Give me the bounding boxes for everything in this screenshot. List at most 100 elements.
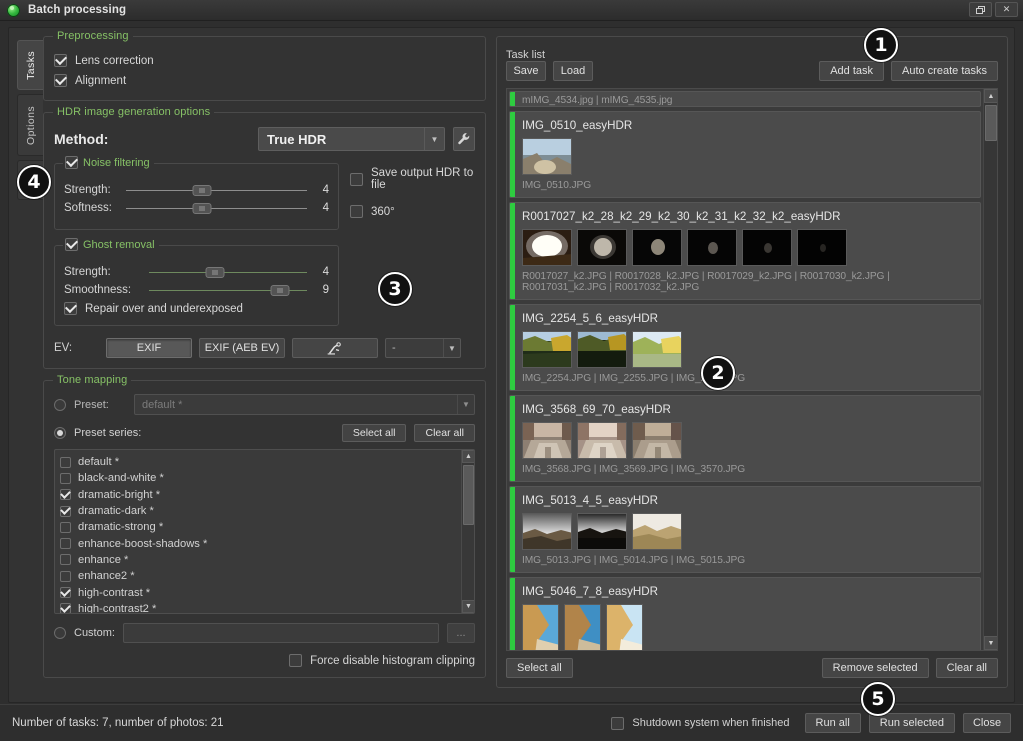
preset-checkbox[interactable] [60,489,71,501]
run-all-button[interactable]: Run all [804,713,861,733]
thumbnail[interactable] [606,604,643,650]
preset-checkbox[interactable] [60,603,71,613]
thumbnail[interactable] [577,331,627,368]
thumbnail[interactable] [632,513,682,550]
list-item[interactable]: dramatic-bright * [60,487,474,503]
preset-checkbox[interactable] [60,554,71,566]
tab-options[interactable]: Options [17,94,43,156]
custom-preset-radio[interactable] [54,627,66,639]
preset-checkbox[interactable] [60,456,71,468]
preset-series-listbox[interactable]: default * black-and-white * dramatic-bri… [54,449,475,614]
task-row[interactable]: mIMG_4534.jpg | mIMG_4535.jpg [509,91,981,107]
preset-combobox[interactable]: default * ▼ [134,394,475,415]
method-combobox[interactable]: True HDR ▼ [258,127,445,151]
scroll-up-button[interactable]: ▲ [984,89,997,103]
thumbnail[interactable] [742,229,792,266]
thumbnail[interactable] [687,229,737,266]
preset-checkbox[interactable] [60,521,71,533]
ev-combobox[interactable]: - ▼ [385,338,461,358]
noise-softness-slider[interactable] [126,202,307,214]
chevron-down-icon[interactable]: ▼ [443,339,460,357]
chevron-down-icon[interactable]: ▼ [424,128,444,150]
close-window-button[interactable]: ✕ [995,2,1018,17]
task-row[interactable]: IMG_3568_69_70_easyHDR IMG_3568.JPG | IM… [509,395,981,482]
thumbnail[interactable] [522,422,572,459]
clear-all-tasks-button[interactable]: Clear all [935,658,998,678]
list-item[interactable]: black-and-white * [60,470,474,486]
slider-knob[interactable] [270,284,290,296]
noise-filtering-checkbox[interactable] [65,156,78,169]
preset-radio[interactable] [54,398,66,411]
force-disable-row[interactable]: Force disable histogram clipping [54,654,475,667]
preset-checkbox[interactable] [60,587,71,599]
slider-knob[interactable] [192,184,212,196]
task-row[interactable]: R0017027_k2_28_k2_29_k2_30_k2_31_k2_32_k… [509,202,981,300]
auto-create-tasks-button[interactable]: Auto create tasks [891,61,998,81]
preset-checkbox[interactable] [60,505,71,517]
thumbnail[interactable] [797,229,847,266]
lens-correction-checkbox[interactable] [54,54,67,67]
task-row[interactable]: IMG_0510_easyHDR IMG_0510.JPG [509,111,981,198]
save-output-hdr-checkbox[interactable] [350,172,363,186]
list-item[interactable]: high-contrast2 * [60,601,474,613]
panorama-360-row[interactable]: 360° [350,205,475,218]
chevron-down-icon[interactable]: ▼ [457,395,474,414]
list-item[interactable]: enhance-boost-shadows * [60,535,474,551]
list-item[interactable]: dramatic-dark * [60,503,474,519]
save-output-hdr-row[interactable]: Save output HDR to file [350,167,475,191]
thumbnail[interactable] [522,513,572,550]
task-list-box[interactable]: mIMG_4534.jpg | mIMG_4535.jpg IMG_0510_e… [506,88,998,651]
alignment-checkbox[interactable] [54,74,67,87]
task-list-scrollbar[interactable]: ▲ ▼ [983,89,997,650]
shutdown-when-finished-checkbox[interactable] [611,716,625,730]
thumbnail[interactable] [522,604,559,650]
preset-checkbox[interactable] [60,538,71,550]
preset-checkbox[interactable] [60,570,71,582]
custom-browse-button[interactable]: ... [447,623,475,643]
load-tasks-button[interactable]: Load [553,61,593,81]
thumbnail[interactable] [577,229,627,266]
scrollbar-thumb[interactable] [985,105,997,141]
repair-exposure-checkbox[interactable] [64,302,77,315]
scroll-down-button[interactable]: ▼ [984,636,997,650]
scrollbar-thumb[interactable] [463,465,474,525]
ghost-smoothness-slider[interactable] [149,284,307,296]
thumbnail[interactable] [632,422,682,459]
repair-exposure-row[interactable]: Repair over and underexposed [64,302,329,315]
custom-preset-input[interactable] [122,623,439,643]
preset-series-radio[interactable] [54,427,66,439]
thumbnail[interactable] [522,229,572,266]
ev-exif-aeb-button[interactable]: EXIF (AEB EV) [199,338,285,358]
alignment-row[interactable]: Alignment [54,74,475,87]
scroll-down-button[interactable]: ▼ [462,600,474,613]
list-item[interactable]: high-contrast * [60,584,474,600]
list-item[interactable]: default * [60,454,474,470]
ev-exif-button[interactable]: EXIF [106,338,192,358]
thumbnail[interactable] [577,422,627,459]
method-settings-button[interactable] [453,127,475,151]
tab-tasks[interactable]: Tasks [17,40,43,90]
remove-selected-tasks-button[interactable]: Remove selected [821,658,929,678]
ev-auto-button[interactable] [292,338,378,358]
select-all-presets-button[interactable]: Select all [341,424,407,442]
list-item[interactable]: dramatic-strong * [60,519,474,535]
slider-knob[interactable] [205,266,225,278]
thumbnail[interactable] [564,604,601,650]
slider-knob[interactable] [192,202,212,214]
clear-all-presets-button[interactable]: Clear all [414,424,475,442]
close-dialog-button[interactable]: Close [963,713,1011,733]
ghost-strength-slider[interactable] [149,266,307,278]
restore-window-button[interactable] [969,2,992,17]
force-disable-checkbox[interactable] [289,654,303,667]
thumbnail[interactable] [577,513,627,550]
save-tasks-button[interactable]: Save [506,61,546,81]
task-row[interactable]: IMG_5013_4_5_easyHDR IMG_5013.JPG | IMG_… [509,486,981,573]
lens-correction-row[interactable]: Lens correction [54,54,475,67]
list-item[interactable]: enhance * [60,552,474,568]
add-task-button[interactable]: Add task [819,61,884,81]
list-item[interactable]: enhance2 * [60,568,474,584]
task-row[interactable]: IMG_5046_7_8_easyHDR IMG_5046.JPG | IMG_… [509,577,981,650]
thumbnail[interactable] [522,138,572,175]
select-all-tasks-button[interactable]: Select all [506,658,573,678]
ghost-removal-checkbox[interactable] [65,238,78,251]
